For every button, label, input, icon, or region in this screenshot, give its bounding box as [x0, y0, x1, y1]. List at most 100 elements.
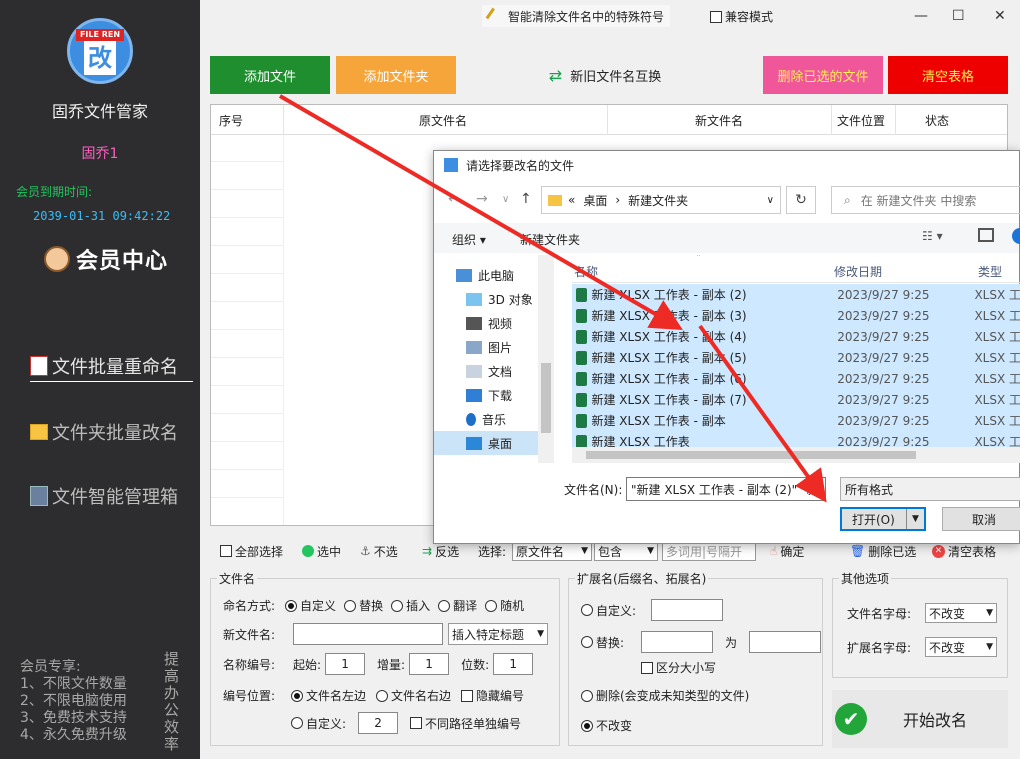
ext-delete-radio[interactable]: 删除(会变成未知类型的文件): [581, 687, 749, 704]
file-row[interactable]: 新建 XLSX 工作表 - 副本 (7) 2023/9/27 9:25 XLSX 工: [572, 389, 1020, 410]
ext-replace-radio[interactable]: 替换:: [581, 634, 641, 651]
nav-folder-rename[interactable]: 文件夹批量改名: [30, 419, 178, 445]
preview-pane-icon[interactable]: [978, 228, 994, 242]
file-row[interactable]: 新建 XLSX 工作表 - 副本 (5) 2023/9/27 9:25 XLSX 工: [572, 347, 1020, 368]
delete-selected-button[interactable]: 删除已选的文件: [763, 56, 883, 94]
nav-file-rename[interactable]: 文件批量重命名: [30, 353, 193, 382]
hide-number-checkbox[interactable]: 隐藏编号: [461, 687, 524, 704]
name-case-select[interactable]: 不改变 ▼: [925, 603, 997, 623]
ext-custom-radio[interactable]: 自定义:: [581, 602, 651, 619]
scrollbar-thumb[interactable]: [586, 451, 916, 459]
file-row[interactable]: 新建 XLSX 工作表 - 副本 (6) 2023/9/27 9:25 XLSX 工: [572, 368, 1020, 389]
cancel-button[interactable]: 取消: [942, 507, 1020, 531]
start-rename-button[interactable]: ✔ 开始改名: [832, 690, 1008, 748]
maximize-button[interactable]: ☐: [952, 8, 965, 24]
add-file-button[interactable]: 添加文件: [210, 56, 330, 94]
ext-replace-from-input[interactable]: [641, 631, 713, 653]
scrollbar-thumb[interactable]: [541, 363, 551, 433]
col-status[interactable]: 状态: [925, 112, 949, 129]
field-select[interactable]: 原文件名 ▼: [512, 541, 592, 561]
file-list-scrollbar[interactable]: [572, 447, 1020, 463]
col-index[interactable]: 序号: [219, 112, 243, 129]
new-name-input[interactable]: [293, 623, 443, 645]
up-icon[interactable]: ↑: [520, 191, 532, 207]
help-icon[interactable]: [1012, 228, 1020, 244]
member-center-button[interactable]: 会员中心: [44, 243, 168, 275]
tree-item-music[interactable]: 音乐: [466, 411, 506, 428]
refresh-icon[interactable]: ↻: [786, 186, 816, 214]
keywords-input[interactable]: 多词用|号隔开: [662, 541, 756, 561]
filename-input[interactable]: "新建 XLSX 工作表 - 副本 (2)" "新: [626, 477, 826, 501]
file-list[interactable]: 名称 ˄ 修改日期 类型 新建 XLSX 工作表 - 副本 (2) 2023/9/…: [572, 255, 1020, 447]
recent-dropdown-icon[interactable]: ∨: [502, 194, 509, 205]
tree-item-videos[interactable]: 视频: [466, 315, 512, 332]
ext-nochange-radio[interactable]: 不改变: [581, 717, 632, 734]
clear-table-button[interactable]: 清空表格: [888, 56, 1008, 94]
tree-item-desktop[interactable]: 桌面: [434, 431, 538, 455]
tree-item-pictures[interactable]: 图片: [466, 339, 512, 356]
add-folder-button[interactable]: 添加文件夹: [336, 56, 456, 94]
uncheck-button[interactable]: ⚓ 不选: [360, 543, 398, 560]
minimize-button[interactable]: —: [914, 8, 928, 24]
ext-replace-to-input[interactable]: [749, 631, 822, 653]
mode-translate-radio[interactable]: 翻译: [438, 597, 477, 614]
file-type-filter[interactable]: 所有格式: [840, 477, 1020, 501]
pos-left-radio[interactable]: 文件名左边: [291, 687, 366, 704]
pos-custom-radio[interactable]: 自定义:: [291, 715, 346, 732]
col-type[interactable]: 类型: [978, 263, 1002, 280]
col-new-name[interactable]: 新文件名: [695, 112, 743, 129]
address-bar[interactable]: « 桌面 › 新建文件夹 ∨: [541, 186, 781, 214]
mode-insert-radio[interactable]: 插入: [391, 597, 430, 614]
clean-special-chars-button[interactable]: 智能清除文件名中的特殊符号: [482, 5, 671, 27]
swap-names-button[interactable]: ⇄ 新旧文件名互换: [540, 56, 670, 94]
forward-icon[interactable]: →: [476, 191, 488, 207]
organize-button[interactable]: 组织 ▾: [452, 231, 486, 248]
file-row[interactable]: 新建 XLSX 工作表 - 副本 (4) 2023/9/27 9:25 XLSX 工: [572, 326, 1020, 347]
insert-title-select[interactable]: 插入特定标题 ▼: [448, 623, 548, 645]
tree-item-documents[interactable]: 文档: [466, 363, 512, 380]
tree-item-downloads[interactable]: 下载: [466, 387, 512, 404]
tree-item-this-pc[interactable]: 此电脑: [456, 267, 514, 284]
select-all-checkbox[interactable]: 全部选择: [220, 543, 283, 560]
col-old-name[interactable]: 原文件名: [419, 112, 467, 129]
clear-table-small-button[interactable]: ✕ 清空表格: [932, 543, 996, 560]
col-location[interactable]: 文件位置: [837, 112, 885, 129]
match-select[interactable]: 包含 ▼: [594, 541, 658, 561]
nav-smart-box[interactable]: 文件智能管理箱: [30, 483, 178, 509]
chevron-down-icon[interactable]: ∨: [767, 195, 774, 206]
invert-button[interactable]: ⇉ 反选: [422, 543, 459, 560]
user-name[interactable]: 固乔1: [0, 143, 200, 163]
open-dropdown-icon[interactable]: ▼: [906, 509, 924, 529]
step-input[interactable]: 1: [409, 653, 450, 675]
ext-custom-input[interactable]: [651, 599, 723, 621]
breadcrumb-new-folder[interactable]: 新建文件夹: [628, 192, 688, 209]
open-button[interactable]: 打开(O) ▼: [840, 507, 926, 531]
custom-position-input[interactable]: 2: [358, 712, 399, 734]
tree-scrollbar[interactable]: [538, 255, 554, 463]
file-row[interactable]: 新建 XLSX 工作表 - 副本 2023/9/27 9:25 XLSX 工: [572, 410, 1020, 431]
digits-input[interactable]: 1: [493, 653, 534, 675]
separate-number-checkbox[interactable]: 不同路径单独编号: [410, 715, 521, 732]
tree-item-3d[interactable]: 3D 对象: [466, 291, 533, 308]
close-button[interactable]: ✕: [994, 8, 1006, 24]
ext-case-select[interactable]: 不改变 ▼: [925, 637, 997, 657]
delete-checked-button[interactable]: 🗑 删除已选: [850, 543, 916, 560]
breadcrumb-overflow[interactable]: «: [568, 193, 575, 207]
back-icon[interactable]: ←: [448, 191, 460, 207]
file-row[interactable]: 新建 XLSX 工作表 - 副本 (2) 2023/9/27 9:25 XLSX 工: [572, 284, 1020, 305]
start-input[interactable]: 1: [325, 653, 366, 675]
view-options-icon[interactable]: ☷ ▾: [922, 229, 943, 243]
file-row[interactable]: 新建 XLSX 工作表 2023/9/27 9:25 XLSX 工: [572, 431, 1020, 447]
mode-random-radio[interactable]: 随机: [485, 597, 524, 614]
file-row[interactable]: 新建 XLSX 工作表 - 副本 (3) 2023/9/27 9:25 XLSX 工: [572, 305, 1020, 326]
check-button[interactable]: 选中: [302, 543, 341, 560]
new-folder-button[interactable]: 新建文件夹: [520, 231, 580, 248]
col-name[interactable]: 名称: [574, 263, 598, 280]
confirm-button[interactable]: ☝ 确定: [770, 543, 804, 560]
compat-mode-checkbox[interactable]: 兼容模式: [710, 8, 773, 25]
mode-custom-radio[interactable]: 自定义: [285, 597, 336, 614]
breadcrumb-desktop[interactable]: 桌面: [583, 192, 607, 209]
col-date[interactable]: 修改日期: [834, 263, 882, 280]
search-input[interactable]: ⌕ 在 新建文件夹 中搜索: [831, 186, 1020, 214]
mode-replace-radio[interactable]: 替换: [344, 597, 383, 614]
